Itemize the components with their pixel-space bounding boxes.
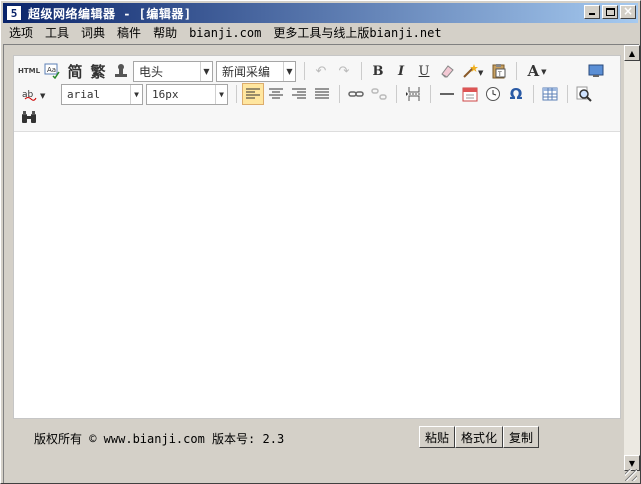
chevron-down-icon: ▼	[541, 66, 547, 76]
menu-bianji-com[interactable]: bianji.com	[183, 24, 267, 42]
clock-icon[interactable]	[482, 83, 504, 105]
style-select-value: 电头	[139, 64, 164, 79]
special-char-button[interactable]: Ω	[505, 83, 527, 105]
chevron-down-icon: ▼	[283, 61, 295, 81]
style-select[interactable]: 电头 ▼	[133, 60, 213, 82]
toolbar-separator	[516, 62, 517, 80]
window-title: 超级网络编辑器 - [编辑器]	[28, 6, 192, 21]
resize-grip[interactable]	[625, 469, 637, 481]
svg-text:▼: ▼	[40, 92, 46, 100]
copy-button[interactable]: 复制	[503, 426, 540, 448]
toolbar-separator	[361, 62, 362, 80]
underline-button[interactable]: U	[413, 60, 435, 82]
bold-button[interactable]: B	[367, 60, 389, 82]
close-button[interactable]: ×	[620, 4, 636, 19]
menu-options[interactable]: 选项	[3, 24, 39, 42]
footer-buttons: 粘贴 格式化 复制	[419, 426, 540, 448]
editor-frame: HTML Aa 简 繁 电头 ▼ 新闻采编 ▼ ↶ ↷ B I U ▼ T A …	[13, 55, 621, 419]
page-break-icon[interactable]	[402, 83, 424, 105]
scroll-up-button[interactable]: ▲	[624, 45, 640, 61]
toolbar-separator	[430, 85, 431, 103]
font-size-select[interactable]: 16px ▼	[146, 83, 228, 105]
svg-text:Aa: Aa	[47, 66, 56, 74]
svg-text:▼: ▼	[478, 69, 484, 77]
toolbar-separator	[533, 85, 534, 103]
menu-tools[interactable]: 工具	[39, 24, 75, 42]
chevron-down-icon: ▼	[130, 84, 142, 104]
minimize-button[interactable]	[584, 5, 600, 19]
editor-content-area[interactable]	[14, 133, 620, 418]
spellcheck-icon[interactable]: Aa	[41, 60, 63, 82]
calendar-icon[interactable]	[459, 83, 481, 105]
menu-manuscript[interactable]: 稿件	[111, 24, 147, 42]
magic-wand-icon[interactable]: ▼	[459, 60, 487, 82]
toolbar-separator	[396, 85, 397, 103]
unlink-icon[interactable]	[368, 83, 390, 105]
table-icon[interactable]	[539, 83, 561, 105]
arrow-down-icon: ▼	[628, 458, 636, 468]
chevron-down-icon: ▼	[200, 61, 212, 81]
paste-button[interactable]: 粘贴	[419, 426, 456, 448]
format-button[interactable]: 格式化	[455, 426, 504, 448]
title-bar[interactable]: 5 超级网络编辑器 - [编辑器] ×	[3, 3, 638, 23]
menu-bar: 选项 工具 词典 稿件 帮助 bianji.com 更多工具与线上版bianji…	[3, 24, 638, 42]
undo-icon[interactable]: ↶	[310, 60, 332, 82]
toolbar-separator	[236, 85, 237, 103]
source-select[interactable]: 新闻采编 ▼	[216, 60, 296, 82]
copyright-text: 版权所有 © www.bianji.com 版本号: 2.3	[34, 432, 285, 446]
link-icon[interactable]	[345, 83, 367, 105]
align-justify-icon[interactable]	[311, 83, 333, 105]
italic-button[interactable]: I	[390, 60, 412, 82]
font-family-value: arial	[67, 87, 101, 101]
maximize-icon	[606, 8, 615, 16]
menu-help[interactable]: 帮助	[147, 24, 183, 42]
font-size-value: 16px	[152, 87, 179, 101]
font-color-label: A	[527, 62, 540, 80]
arrow-up-icon: ▲	[628, 48, 636, 58]
html-source-button[interactable]: HTML	[18, 60, 40, 82]
traditional-chinese-button[interactable]: 繁	[87, 60, 109, 82]
stamp-icon[interactable]	[110, 60, 132, 82]
align-right-icon[interactable]	[288, 83, 310, 105]
toolbar-separator	[304, 62, 305, 80]
source-select-value: 新闻采编	[222, 64, 271, 79]
menu-more-tools[interactable]: 更多工具与线上版bianji.net	[267, 24, 447, 42]
client-area: HTML Aa 简 繁 电头 ▼ 新闻采编 ▼ ↶ ↷ B I U ▼ T A …	[3, 44, 640, 483]
fullscreen-icon[interactable]	[585, 60, 607, 82]
window-controls: ×	[582, 4, 636, 19]
redo-icon[interactable]: ↷	[333, 60, 355, 82]
editor-toolbar: HTML Aa 简 繁 电头 ▼ 新闻采编 ▼ ↶ ↷ B I U ▼ T A …	[14, 56, 620, 132]
toolbar-row-3	[18, 105, 41, 129]
paste-plain-icon[interactable]: T	[488, 60, 510, 82]
font-family-select[interactable]: arial ▼	[61, 83, 143, 105]
font-color-button[interactable]: A ▼	[522, 60, 552, 82]
align-left-icon[interactable]	[242, 83, 264, 105]
simplified-chinese-button[interactable]: 简	[64, 60, 86, 82]
app-icon[interactable]: 5	[6, 5, 22, 21]
toolbar-separator	[339, 85, 340, 103]
app-window: 5 超级网络编辑器 - [编辑器] × 选项 工具 词典 稿件 帮助 bianj…	[0, 0, 641, 484]
minimize-icon	[589, 13, 595, 15]
vertical-scrollbar[interactable]: ▲ ▼	[624, 45, 640, 471]
toolbar-row-1: HTML Aa 简 繁 电头 ▼ 新闻采编 ▼ ↶ ↷ B I U ▼ T A …	[18, 59, 608, 83]
svg-text:ab: ab	[22, 90, 34, 100]
toolbar-row-2: ab ▼ arial ▼ 16px ▼ Ω	[18, 82, 596, 106]
menu-dictionary[interactable]: 词典	[75, 24, 111, 42]
search-replace-icon[interactable]	[573, 83, 595, 105]
horizontal-rule-icon[interactable]	[436, 83, 458, 105]
maximize-button[interactable]	[602, 5, 618, 19]
align-center-icon[interactable]	[265, 83, 287, 105]
svg-text:T: T	[497, 71, 502, 78]
binoculars-icon[interactable]	[18, 106, 40, 128]
chevron-down-icon: ▼	[215, 84, 227, 104]
close-icon: ×	[622, 4, 634, 18]
eraser-icon[interactable]	[436, 60, 458, 82]
toolbar-separator	[567, 85, 568, 103]
format-painter-icon[interactable]: ab ▼	[18, 83, 52, 105]
